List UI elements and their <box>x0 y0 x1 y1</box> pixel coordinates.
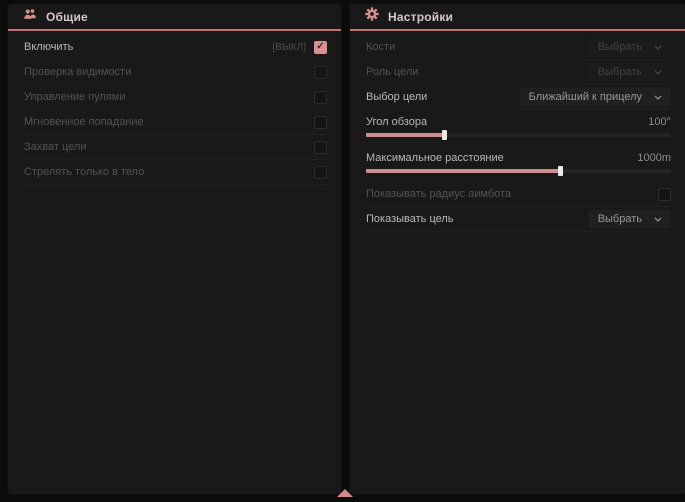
row-show-target: Показывать цель Выбрать <box>366 207 671 232</box>
body-only-label: Стрелять только в тело <box>24 166 144 178</box>
scroll-up-indicator-icon[interactable] <box>337 489 353 497</box>
bullet-control-label: Управление пулями <box>24 91 126 103</box>
bones-dropdown[interactable]: Выбрать <box>589 38 671 56</box>
body-only-checkbox[interactable] <box>314 166 327 179</box>
fov-slider-thumb[interactable] <box>442 130 447 140</box>
instant-hit-checkbox[interactable] <box>314 116 327 129</box>
chevron-down-icon <box>654 41 662 53</box>
row-bullet-control: Управление пулями <box>24 85 327 110</box>
row-target-lock: Захват цели <box>24 135 327 160</box>
target-selection-dropdown[interactable]: Ближайший к прицелу <box>520 88 671 106</box>
max-distance-slider-thumb[interactable] <box>558 166 563 176</box>
fov-slider-block: Угол обзора 100° <box>366 110 671 146</box>
row-show-radius: Показывать радиус аимбота <box>366 182 671 207</box>
row-target-role: Роль цели Выбрать <box>366 60 671 85</box>
users-icon <box>23 7 37 26</box>
enable-label: Включить <box>24 41 73 53</box>
target-lock-label: Захват цели <box>24 141 86 153</box>
enable-checkbox[interactable]: ✓ <box>314 41 327 54</box>
chevron-down-icon <box>654 213 662 225</box>
row-visibility-check: Проверка видимости <box>24 60 327 85</box>
enable-hotkey-badge[interactable]: [ВЫКЛ] <box>273 42 306 53</box>
row-instant-hit: Мгновенное попадание <box>24 110 327 135</box>
settings-panel-header: Настройки <box>350 4 685 31</box>
max-distance-value: 1000m <box>637 152 671 164</box>
show-target-label: Показывать цель <box>366 213 454 225</box>
visibility-check-checkbox[interactable] <box>314 66 327 79</box>
show-radius-checkbox[interactable] <box>658 188 671 201</box>
fov-value: 100° <box>648 116 671 128</box>
general-panel: Общие Включить [ВЫКЛ] ✓ Проверка видимос… <box>8 4 341 494</box>
target-role-dropdown[interactable]: Выбрать <box>589 63 671 81</box>
chevron-down-icon <box>654 91 662 103</box>
general-panel-header: Общие <box>8 4 341 31</box>
show-target-dropdown[interactable]: Выбрать <box>589 210 671 228</box>
settings-panel: Настройки Кости Выбрать Роль цели Выбрат… <box>350 4 685 494</box>
check-icon: ✓ <box>316 42 324 52</box>
target-lock-checkbox[interactable] <box>314 141 327 154</box>
chevron-down-icon <box>654 66 662 78</box>
target-role-label: Роль цели <box>366 66 418 78</box>
bones-label: Кости <box>366 41 395 53</box>
visibility-check-label: Проверка видимости <box>24 66 131 78</box>
row-target-selection: Выбор цели Ближайший к прицелу <box>366 85 671 110</box>
settings-panel-title: Настройки <box>388 10 453 24</box>
gear-icon <box>365 7 379 26</box>
fov-label: Угол обзора <box>366 116 427 128</box>
max-distance-slider-block: Максимальное расстояние 1000m <box>366 146 671 182</box>
max-distance-slider-fill <box>366 169 561 173</box>
target-role-dropdown-value: Выбрать <box>598 66 642 78</box>
max-distance-slider[interactable] <box>366 169 671 173</box>
fov-slider-fill <box>366 133 445 137</box>
show-target-dropdown-value: Выбрать <box>598 213 642 225</box>
bullet-control-checkbox[interactable] <box>314 91 327 104</box>
row-bones: Кости Выбрать <box>366 35 671 60</box>
row-enable: Включить [ВЫКЛ] ✓ <box>24 35 327 60</box>
target-selection-label: Выбор цели <box>366 91 427 103</box>
row-body-only: Стрелять только в тело <box>24 160 327 185</box>
bones-dropdown-value: Выбрать <box>598 41 642 53</box>
fov-slider[interactable] <box>366 133 671 137</box>
show-radius-label: Показывать радиус аимбота <box>366 188 511 200</box>
general-panel-title: Общие <box>46 10 88 24</box>
max-distance-label: Максимальное расстояние <box>366 152 504 164</box>
instant-hit-label: Мгновенное попадание <box>24 116 144 128</box>
target-selection-dropdown-value: Ближайший к прицелу <box>529 91 642 103</box>
